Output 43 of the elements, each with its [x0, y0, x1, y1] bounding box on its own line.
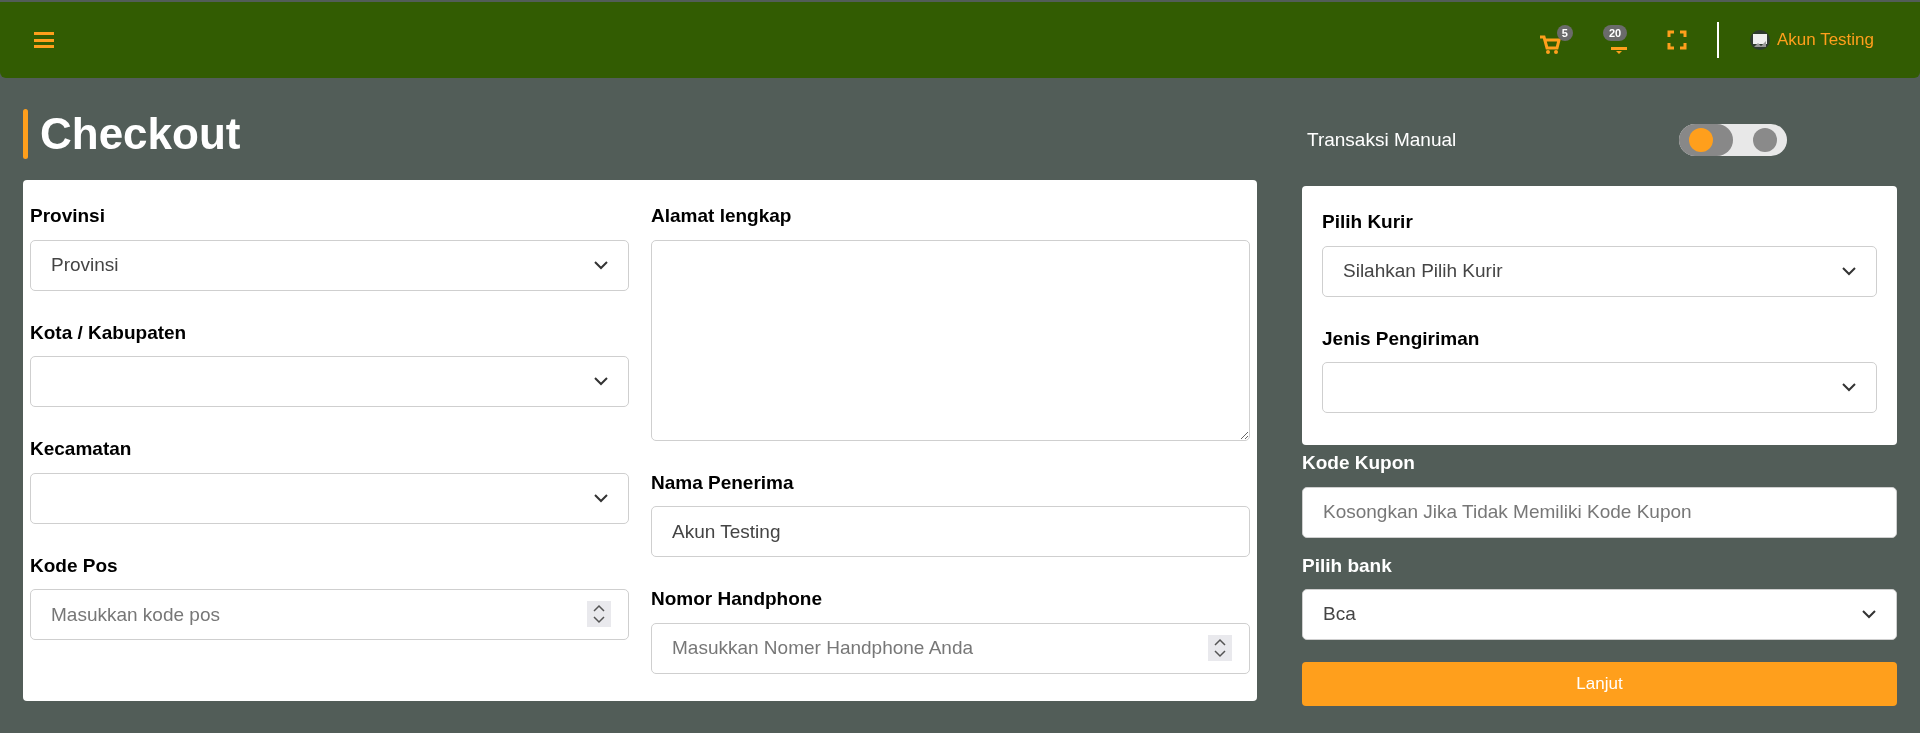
spinner-icon [1208, 634, 1232, 661]
chevron-down-icon [594, 260, 608, 270]
field-label: Jenis Pengiriman [1322, 326, 1481, 351]
field-label: Nomor Handphone [651, 587, 823, 611]
field-label: Kode Kupon [1302, 451, 1416, 475]
cart-button[interactable]: 5 [1538, 25, 1573, 55]
notification-count-badge: 20 [1602, 25, 1628, 41]
text-field[interactable]: Akun Testing [651, 506, 1250, 557]
dropdown-field[interactable] [30, 472, 629, 524]
manual-transaction-label: Transaksi Manual [1307, 127, 1457, 152]
cart-icon [1538, 35, 1561, 55]
field-label: Kota / Kabupaten [30, 320, 188, 345]
manual-transaction-toggle[interactable] [1679, 124, 1787, 156]
field-label: Alamat lengkap [651, 204, 793, 228]
address-textarea[interactable] [651, 239, 1250, 441]
user-menu[interactable]: Akun Testing [1748, 27, 1874, 53]
chevron-down-icon [1842, 266, 1856, 276]
text-field[interactable]: Kosongkan Jika Tidak Memiliki Kode Kupon [1302, 486, 1897, 538]
field-label: Provinsi [30, 204, 106, 228]
field-label: Kode Pos [30, 553, 119, 578]
number-field[interactable]: Masukkan Nomer Handphone Anda [651, 622, 1250, 674]
dropdown-field[interactable]: Bca [1302, 589, 1897, 640]
cart-count-badge: 5 [1556, 25, 1573, 41]
dropdown-field[interactable]: Silahkan Pilih Kurir [1322, 245, 1877, 297]
fullscreen-icon[interactable] [1666, 30, 1687, 50]
field-label: Nama Penerima [651, 470, 795, 495]
spinner-icon [587, 601, 611, 627]
bell-icon [1608, 45, 1629, 55]
field-label: Pilih bank [1302, 553, 1393, 578]
chevron-down-icon [1842, 383, 1856, 392]
field-label: Pilih Kurir [1322, 210, 1414, 234]
notification-button[interactable]: 20 [1602, 25, 1637, 55]
dropdown-field[interactable]: Provinsi [30, 239, 629, 291]
field-label: Kecamatan [30, 437, 133, 461]
number-field[interactable]: Masukkan kode pos [30, 589, 629, 640]
dropdown-field[interactable] [30, 356, 629, 407]
chevron-down-icon [594, 377, 608, 386]
dropdown-field[interactable] [1322, 362, 1877, 413]
menu-icon[interactable] [34, 32, 54, 48]
page-title: Checkout [40, 108, 241, 160]
avatar-icon [1748, 29, 1771, 51]
chevron-down-icon [594, 493, 608, 503]
chevron-down-icon [1862, 610, 1876, 619]
